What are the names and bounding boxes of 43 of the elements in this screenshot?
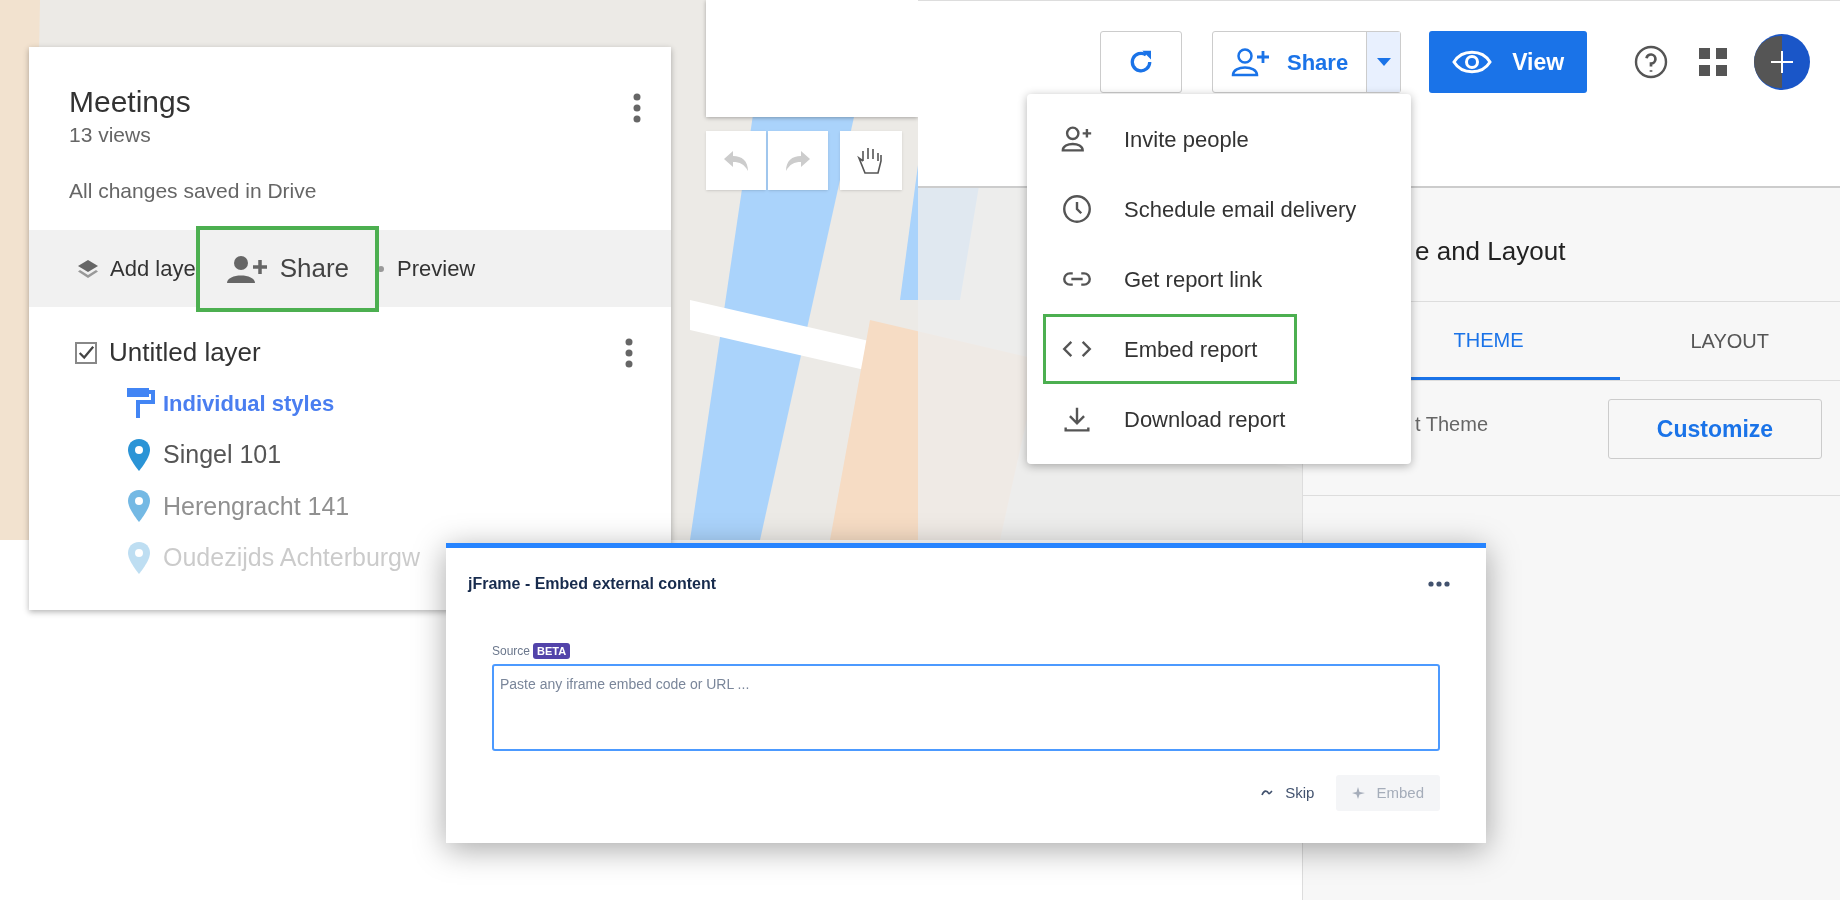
beta-badge: BETA	[533, 642, 571, 660]
save-status: All changes saved in Drive	[68, 177, 318, 204]
clock-icon	[1060, 192, 1094, 226]
map-pin-icon	[127, 540, 151, 575]
customize-button[interactable]: Customize	[1608, 399, 1822, 459]
undo-icon	[722, 149, 750, 172]
caret-icon	[1376, 58, 1391, 66]
map-pin-icon	[127, 489, 151, 524]
map-title: Meetings	[69, 85, 191, 119]
more-vertical-icon[interactable]	[625, 337, 633, 368]
layer-name: Untitled layer	[109, 336, 261, 369]
layer-checkbox[interactable]	[75, 341, 97, 364]
action-button[interactable]: Share	[195, 225, 379, 312]
menu-item[interactable]: Schedule email delivery	[1027, 174, 1411, 244]
curved-arrow-icon	[1261, 789, 1274, 797]
refresh-button[interactable]	[1100, 31, 1182, 93]
more-vertical-icon[interactable]	[633, 93, 641, 123]
paint-roller-icon	[125, 386, 155, 420]
skip-button[interactable]: Skip	[1253, 775, 1323, 811]
panel-title: e and Layout	[1415, 235, 1566, 268]
redo-icon	[784, 149, 812, 172]
share-dropdown-button[interactable]	[1366, 32, 1401, 92]
add-person-icon	[1231, 47, 1271, 77]
pan-button[interactable]	[840, 131, 902, 190]
embed-source-field[interactable]: Paste any iframe embed code or URL ...	[492, 664, 1440, 751]
menu-item[interactable]: Download report	[1027, 384, 1411, 454]
menu-item[interactable]: Invite people	[1027, 104, 1411, 174]
layers-icon	[76, 257, 100, 280]
apps-grid-icon[interactable]	[1699, 48, 1728, 76]
avatar-icon[interactable]	[1753, 33, 1812, 91]
menu-item[interactable]: Embed report	[1043, 314, 1297, 384]
more-horizontal-icon[interactable]	[1428, 581, 1450, 587]
field-label: Source	[492, 643, 531, 660]
add-person-icon	[225, 253, 270, 284]
map-pin-icon	[127, 437, 151, 472]
panel-tab[interactable]: LAYOUT	[1619, 302, 1840, 380]
view-button[interactable]: View	[1429, 31, 1588, 93]
help-icon[interactable]	[1633, 44, 1670, 80]
current-theme-label: t Theme	[1415, 412, 1488, 437]
card-title: jFrame - Embed external content	[468, 574, 717, 594]
view-count: 13 views	[69, 122, 152, 148]
place-name[interactable]: Singel 101	[163, 436, 282, 474]
style-link[interactable]: Individual styles	[163, 386, 335, 420]
